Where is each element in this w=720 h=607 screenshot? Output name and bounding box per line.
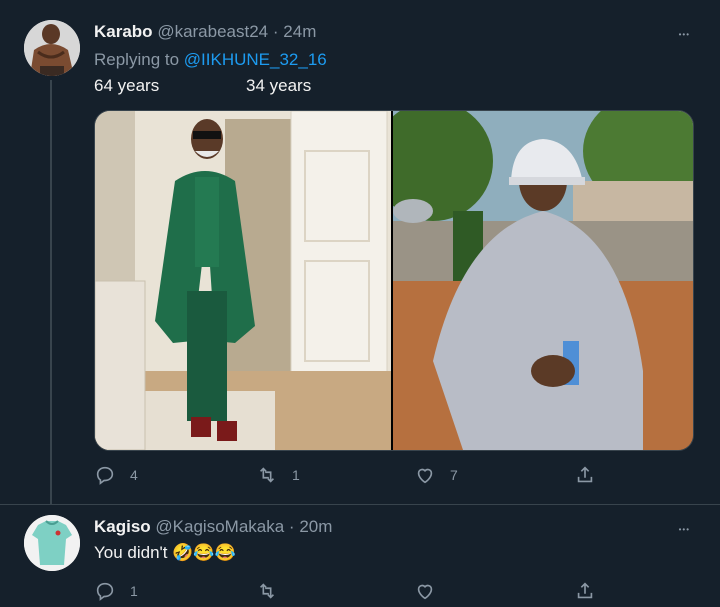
display-name[interactable]: Kagiso (94, 517, 151, 536)
share-button[interactable] (574, 580, 596, 602)
heart-icon (417, 468, 433, 484)
tweet-text: You didn't 🤣😂😂 (94, 543, 236, 562)
tweet-text-left: 64 years (94, 76, 160, 95)
more-options-button[interactable]: ••• (679, 521, 690, 535)
retweet-icon (259, 467, 275, 483)
reply-count: 4 (130, 467, 138, 483)
tweet-header: Kagiso @KagisoMakaka · 20m (94, 517, 332, 537)
photo-left-image (95, 111, 391, 450)
retweet-icon (259, 583, 275, 599)
share-icon (577, 466, 593, 483)
user-handle[interactable]: @karabeast24 (157, 22, 268, 41)
tweet-actions: 4 1 7 (94, 464, 614, 488)
photo-right-image (393, 111, 693, 450)
share-icon (577, 582, 593, 599)
heart-icon (417, 584, 433, 600)
separator: · (288, 517, 295, 536)
media-photo-left[interactable] (95, 111, 391, 450)
more-icon: ••• (678, 525, 690, 534)
reply-icon (96, 466, 114, 485)
avatar-kagiso[interactable] (24, 515, 80, 571)
tweet-karabo: Karabo @karabeast24 · 24m ••• Replying t… (0, 0, 720, 504)
avatar-karabo[interactable] (24, 20, 80, 76)
tweet-header: Karabo @karabeast24 · 24m (94, 22, 316, 42)
media-grid[interactable] (94, 110, 694, 451)
media-photo-right[interactable] (393, 111, 693, 450)
retweet-button[interactable] (256, 580, 292, 602)
like-button[interactable] (414, 580, 450, 602)
like-button[interactable]: 7 (414, 464, 458, 486)
display-name[interactable]: Karabo (94, 22, 153, 41)
replying-label: Replying to (94, 50, 180, 69)
replying-handle-link[interactable]: @IIKHUNE_32_16 (184, 50, 327, 69)
retweet-button[interactable]: 1 (256, 464, 300, 486)
replying-to: Replying to @IIKHUNE_32_16 (94, 50, 327, 70)
reply-button[interactable]: 4 (94, 464, 138, 486)
user-handle[interactable]: @KagisoMakaka (155, 517, 284, 536)
share-button[interactable] (574, 464, 596, 486)
timestamp[interactable]: 24m (283, 22, 316, 41)
tweet-text-right: 34 years (246, 76, 312, 95)
reply-count: 1 (130, 583, 138, 599)
separator: · (272, 22, 279, 41)
avatar-photo-karabo (24, 20, 80, 76)
reply-button[interactable]: 1 (94, 580, 138, 602)
tweet-kagiso: Kagiso @KagisoMakaka · 20m ••• You didn'… (0, 505, 720, 607)
like-count: 7 (450, 467, 458, 483)
reply-icon (96, 582, 114, 601)
more-icon: ••• (678, 30, 690, 39)
timestamp[interactable]: 20m (299, 517, 332, 536)
tweet-actions: 1 (94, 580, 614, 604)
thread-connector-line (50, 80, 52, 504)
more-options-button[interactable]: ••• (679, 26, 690, 40)
avatar-photo-kagiso (24, 515, 80, 571)
retweet-count: 1 (292, 467, 300, 483)
